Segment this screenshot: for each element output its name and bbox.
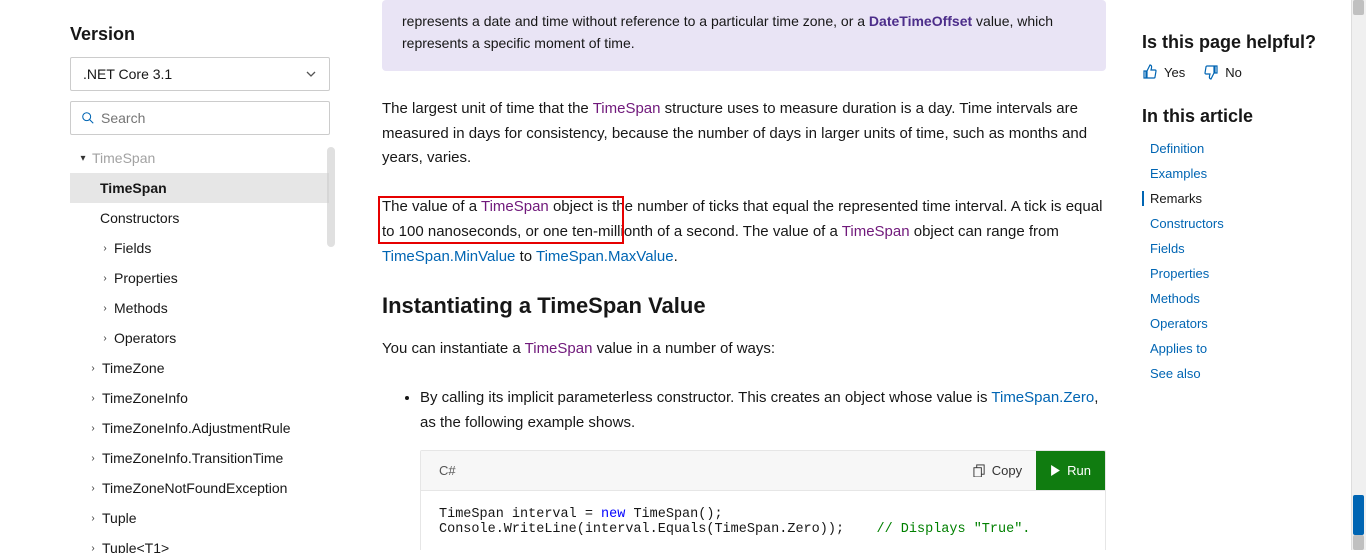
chevron-down-icon — [305, 68, 317, 80]
note-text-a: represents a date and time without refer… — [402, 13, 869, 29]
in-this-article-heading: In this article — [1142, 106, 1346, 127]
version-select[interactable]: .NET Core 3.1 — [70, 57, 330, 91]
nav-item-tuple-t1[interactable]: ›Tuple<T1> — [70, 533, 329, 553]
copy-icon — [973, 464, 986, 477]
section-heading-instantiating: Instantiating a TimeSpan Value — [382, 293, 1106, 319]
paragraph-largest-unit: The largest unit of time that the TimeSp… — [382, 97, 1106, 171]
bullet-list: By calling its implicit parameterless co… — [382, 386, 1106, 436]
nav-tree: ▾TimeSpan TimeSpan Constructors ›Fields … — [70, 143, 335, 553]
thumbs-down-icon — [1203, 64, 1219, 80]
link-minvalue[interactable]: TimeSpan.MinValue — [382, 248, 515, 265]
play-icon — [1050, 465, 1061, 476]
nav-item-timezoneinfo[interactable]: ›TimeZoneInfo — [70, 383, 329, 413]
code-body: TimeSpan interval = new TimeSpan(); Cons… — [421, 491, 1105, 550]
version-select-value: .NET Core 3.1 — [83, 66, 172, 82]
link-timespan[interactable]: TimeSpan — [593, 100, 661, 117]
chevron-down-icon: ▾ — [78, 153, 88, 164]
nav-item-adjustmentrule[interactable]: ›TimeZoneInfo.AdjustmentRule — [70, 413, 329, 443]
nav-item-parent[interactable]: ▾TimeSpan — [70, 143, 329, 173]
nav-item-fields[interactable]: ›Fields — [70, 233, 329, 263]
chevron-right-icon: › — [88, 453, 98, 464]
bullet-item-1: By calling its implicit parameterless co… — [420, 386, 1106, 436]
link-timespan[interactable]: TimeSpan — [525, 340, 593, 357]
nav-item-timespan[interactable]: TimeSpan — [70, 173, 329, 203]
nav-item-tuple[interactable]: ›Tuple — [70, 503, 329, 533]
feedback-row: Yes No — [1142, 64, 1346, 80]
run-button[interactable]: Run — [1036, 450, 1105, 490]
page-root: Version .NET Core 3.1 ▾TimeSpan TimeSpan… — [0, 0, 1366, 550]
search-input[interactable] — [101, 110, 319, 126]
copy-button[interactable]: Copy — [959, 450, 1036, 490]
toc-item-see-also[interactable]: See also — [1142, 366, 1346, 381]
scrollbar-thumb[interactable] — [1353, 495, 1364, 535]
nav-item-timezone[interactable]: ›TimeZone — [70, 353, 329, 383]
toc-item-definition[interactable]: Definition — [1142, 141, 1346, 156]
left-sidebar: Version .NET Core 3.1 ▾TimeSpan TimeSpan… — [0, 0, 338, 550]
code-example: C# Copy Run TimeSpan interval = new Time… — [420, 450, 1106, 550]
chevron-right-icon: › — [88, 483, 98, 494]
chevron-right-icon: › — [88, 543, 98, 553]
scrollbar-down-arrow[interactable] — [1353, 535, 1364, 550]
note-callout: represents a date and time without refer… — [382, 0, 1106, 71]
toc-item-operators[interactable]: Operators — [1142, 316, 1346, 331]
version-heading: Version — [70, 24, 338, 45]
nav-item-constructors[interactable]: Constructors — [70, 203, 329, 233]
page-scrollbar[interactable] — [1351, 0, 1366, 550]
chevron-right-icon: › — [88, 363, 98, 374]
toc-item-examples[interactable]: Examples — [1142, 166, 1346, 181]
chevron-right-icon: › — [100, 303, 110, 314]
toc-item-constructors[interactable]: Constructors — [1142, 216, 1346, 231]
code-language: C# — [439, 463, 456, 478]
code-header: C# Copy Run — [421, 451, 1105, 491]
chevron-right-icon: › — [88, 513, 98, 524]
chevron-right-icon: › — [100, 333, 110, 344]
link-datetimeoffset[interactable]: DateTimeOffset — [869, 13, 972, 29]
thumbs-up-icon — [1142, 64, 1158, 80]
nav-item-methods[interactable]: ›Methods — [70, 293, 329, 323]
chevron-right-icon: › — [88, 423, 98, 434]
feedback-no-button[interactable]: No — [1203, 64, 1242, 80]
search-icon — [81, 111, 95, 125]
link-maxvalue[interactable]: TimeSpan.MaxValue — [536, 248, 674, 265]
nav-item-operators[interactable]: ›Operators — [70, 323, 329, 353]
toc-item-applies-to[interactable]: Applies to — [1142, 341, 1346, 356]
toc-list: Definition Examples Remarks Constructors… — [1142, 141, 1346, 381]
nav-scrollbar[interactable] — [327, 147, 335, 247]
paragraph-instantiate: You can instantiate a TimeSpan value in … — [382, 337, 1106, 362]
link-timespan-zero[interactable]: TimeSpan.Zero — [991, 389, 1094, 406]
helpful-heading: Is this page helpful? — [1142, 30, 1346, 54]
feedback-yes-button[interactable]: Yes — [1142, 64, 1185, 80]
chevron-right-icon: › — [100, 243, 110, 254]
search-input-wrap[interactable] — [70, 101, 330, 135]
main-content: represents a date and time without refer… — [338, 0, 1142, 550]
chevron-right-icon: › — [100, 273, 110, 284]
toc-item-properties[interactable]: Properties — [1142, 266, 1346, 281]
toc-item-remarks[interactable]: Remarks — [1142, 191, 1346, 206]
nav-item-tznotfoundexception[interactable]: ›TimeZoneNotFoundException — [70, 473, 329, 503]
right-toc: Is this page helpful? Yes No In this art… — [1142, 0, 1366, 550]
nav-item-transitiontime[interactable]: ›TimeZoneInfo.TransitionTime — [70, 443, 329, 473]
paragraph-ticks: The value of a TimeSpan object is the nu… — [382, 195, 1106, 269]
nav-item-properties[interactable]: ›Properties — [70, 263, 329, 293]
chevron-right-icon: › — [88, 393, 98, 404]
scrollbar-up-arrow[interactable] — [1353, 0, 1364, 15]
link-timespan[interactable]: TimeSpan — [481, 198, 549, 215]
link-timespan[interactable]: TimeSpan — [842, 223, 910, 240]
toc-item-methods[interactable]: Methods — [1142, 291, 1346, 306]
toc-item-fields[interactable]: Fields — [1142, 241, 1346, 256]
